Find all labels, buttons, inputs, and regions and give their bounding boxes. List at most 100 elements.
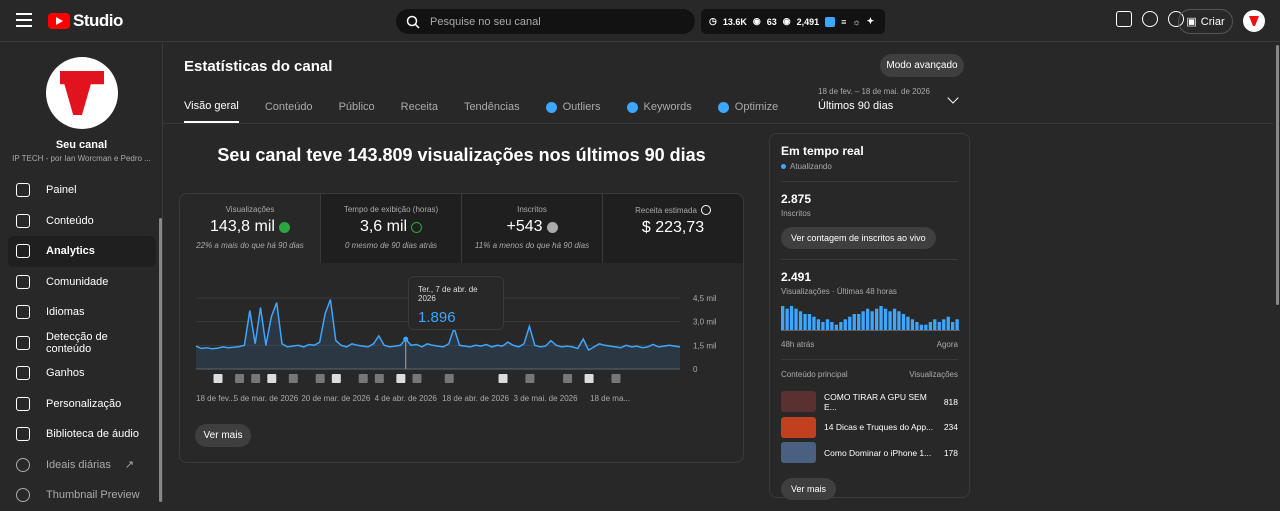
realtime-bar[interactable] — [807, 314, 812, 330]
video-marker[interactable] — [315, 374, 325, 383]
realtime-bar[interactable] — [816, 319, 821, 330]
realtime-bar[interactable] — [834, 324, 838, 330]
tab-audience[interactable]: Público — [339, 100, 375, 123]
tab-revenue[interactable]: Receita — [401, 100, 438, 123]
help-icon[interactable] — [1142, 11, 1158, 27]
list-item[interactable]: 14 Dicas e Truques do App... 234 — [781, 415, 958, 441]
realtime-bar[interactable] — [919, 324, 923, 330]
realtime-bar[interactable] — [901, 314, 906, 330]
realtime-bar[interactable] — [915, 322, 919, 330]
video-marker[interactable] — [525, 374, 535, 383]
menu-icon[interactable] — [16, 13, 32, 27]
video-marker[interactable] — [374, 374, 384, 383]
video-marker[interactable] — [444, 374, 454, 383]
realtime-bar[interactable] — [924, 324, 928, 330]
video-marker[interactable] — [563, 374, 573, 383]
sidebar-item-painel[interactable]: Painel — [8, 175, 156, 206]
account-avatar[interactable] — [1243, 10, 1265, 32]
realtime-bar[interactable] — [812, 316, 816, 330]
realtime-bar[interactable] — [879, 306, 883, 330]
video-marker[interactable] — [213, 374, 223, 383]
video-marker[interactable] — [396, 374, 406, 383]
realtime-bar[interactable] — [821, 322, 825, 330]
realtime-bar[interactable] — [781, 306, 785, 330]
sidebar-item-analytics[interactable]: Analytics — [8, 236, 156, 267]
video-marker[interactable] — [267, 374, 277, 383]
sidebar-item-ideais[interactable]: Ideais diárias ↗ — [8, 450, 156, 481]
realtime-bar[interactable] — [906, 316, 910, 330]
sparkle-icon[interactable]: ✦ — [867, 16, 875, 27]
chevron-down-icon[interactable] — [947, 92, 959, 104]
sidebar-item-personalizacao[interactable]: Personalização — [8, 389, 156, 420]
advanced-mode-button[interactable]: Modo avançado — [880, 54, 964, 77]
video-marker[interactable] — [611, 374, 621, 383]
tab-keywords[interactable]: Keywords — [626, 100, 692, 123]
realtime-bar[interactable] — [798, 311, 803, 330]
realtime-bar[interactable] — [897, 311, 901, 330]
realtime-bar[interactable] — [955, 319, 959, 330]
video-marker[interactable] — [358, 374, 368, 383]
realtime-bar[interactable] — [892, 308, 897, 330]
live-subs-button[interactable]: Ver contagem de inscritos ao vivo — [781, 227, 936, 249]
metric-watch-time[interactable]: Tempo de exibição (horas) 3,6 mil 0 mesm… — [321, 194, 462, 263]
realtime-bar[interactable] — [803, 314, 807, 330]
metric-revenue[interactable]: Receita estimada $ 223,73 — [603, 194, 743, 263]
realtime-bar-chart[interactable] — [781, 304, 960, 332]
realtime-bar[interactable] — [942, 319, 946, 330]
video-marker[interactable] — [235, 374, 245, 383]
sidebar-item-thumbnail[interactable]: Thumbnail Preview — [8, 480, 156, 511]
channel-avatar[interactable] — [46, 57, 118, 129]
tab-optimize[interactable]: Optimize — [717, 100, 778, 123]
create-button[interactable]: ▣ Criar — [1178, 9, 1233, 34]
realtime-bar[interactable] — [825, 319, 830, 330]
tab-content[interactable]: Conteúdo — [265, 100, 313, 123]
page-scrollbar[interactable] — [1276, 45, 1279, 305]
video-marker[interactable] — [584, 374, 594, 383]
search-input[interactable]: Pesquise no seu canal — [396, 9, 695, 34]
extension-stats[interactable]: ◷ 13.6K ◉ 63 ◉ 2,491 ≡ ☼ ✦ — [701, 9, 885, 34]
date-range-picker[interactable]: 18 de fev. – 18 de mai. de 2026 Últimos … — [818, 87, 930, 112]
sidebar-scrollbar[interactable] — [159, 218, 162, 502]
list-item[interactable]: Como Dominar o iPhone 1... 178 — [781, 440, 958, 466]
realtime-bar[interactable] — [789, 306, 794, 330]
realtime-bar[interactable] — [870, 311, 874, 330]
tab-overview[interactable]: Visão geral — [184, 100, 239, 123]
realtime-bar[interactable] — [933, 319, 937, 330]
realtime-bar[interactable] — [848, 316, 852, 330]
video-marker[interactable] — [288, 374, 298, 383]
sidebar-item-deteccao[interactable]: Detecção de conteúdo — [8, 328, 156, 359]
realtime-bar[interactable] — [857, 314, 861, 330]
video-marker[interactable] — [331, 374, 341, 383]
sidebar-item-conteudo[interactable]: Conteúdo — [8, 206, 156, 237]
sidebar-item-idiomas[interactable]: Idiomas — [8, 297, 156, 328]
realtime-bar[interactable] — [866, 308, 870, 330]
sidebar-item-comunidade[interactable]: Comunidade — [8, 267, 156, 298]
tab-trends[interactable]: Tendências — [464, 100, 520, 123]
metric-views[interactable]: Visualizações 143,8 mil 22% a mais do qu… — [180, 194, 321, 263]
realtime-bar[interactable] — [910, 319, 915, 330]
realtime-bar[interactable] — [852, 314, 856, 330]
realtime-bar[interactable] — [888, 311, 892, 330]
realtime-bar[interactable] — [839, 322, 843, 330]
sidebar-item-biblioteca[interactable]: Biblioteca de áudio — [8, 419, 156, 450]
see-more-button[interactable]: Ver mais — [195, 424, 251, 447]
bulb-icon[interactable]: ☼ — [852, 17, 860, 27]
realtime-bar[interactable] — [928, 322, 932, 330]
sidebar-item-ganhos[interactable]: Ganhos — [8, 358, 156, 389]
feedback-icon[interactable] — [1116, 11, 1132, 27]
realtime-bar[interactable] — [951, 322, 955, 330]
see-more-button[interactable]: Ver mais — [781, 477, 837, 500]
realtime-bar[interactable] — [937, 322, 941, 330]
video-marker[interactable] — [498, 374, 508, 383]
realtime-bar[interactable] — [830, 322, 834, 330]
realtime-bar[interactable] — [843, 319, 847, 330]
list-item[interactable]: COMO TIRAR A GPU SEM E... 818 — [781, 389, 958, 415]
realtime-bar[interactable] — [946, 316, 950, 330]
realtime-bar[interactable] — [883, 308, 888, 330]
realtime-bar[interactable] — [794, 308, 798, 330]
realtime-bar[interactable] — [785, 308, 789, 330]
list-icon[interactable]: ≡ — [841, 17, 846, 27]
extension-icon[interactable] — [825, 16, 836, 27]
studio-logo[interactable]: Studio — [48, 11, 123, 31]
tab-outliers[interactable]: Outliers — [545, 100, 601, 123]
